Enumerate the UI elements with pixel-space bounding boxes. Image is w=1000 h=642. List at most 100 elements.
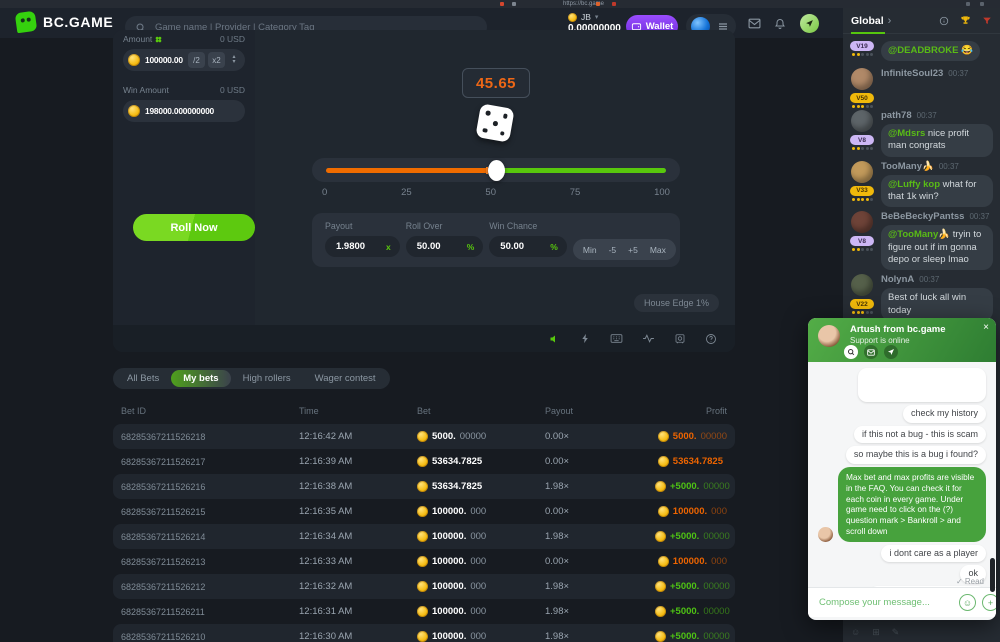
username[interactable]: InfiniteSoul23 — [881, 68, 943, 79]
bell-icon[interactable] — [774, 18, 786, 30]
bet-amount: 53634.7825 — [417, 481, 545, 492]
win-chance-field[interactable]: % — [489, 236, 567, 257]
brand[interactable]: BC.GAME — [16, 12, 113, 32]
table-row[interactable]: 68285367211526215 12:16:35 AM 100000.000… — [113, 499, 735, 524]
table-row[interactable]: 68285367211526212 12:16:32 AM 100000.000… — [113, 574, 735, 599]
avatar[interactable] — [851, 211, 873, 233]
help-icon[interactable] — [705, 333, 717, 345]
avatar[interactable] — [851, 68, 873, 90]
mention[interactable]: @Luffy kop — [888, 179, 940, 190]
extension-icon[interactable] — [612, 2, 616, 6]
avatar[interactable] — [851, 110, 873, 132]
browser-icon[interactable] — [966, 2, 970, 6]
tab-all-bets[interactable]: All Bets — [115, 370, 171, 387]
mention[interactable]: @TooMany🍌 — [888, 229, 950, 240]
coin-icon — [417, 531, 428, 542]
minus-5-button[interactable]: -5 — [603, 245, 623, 255]
info-icon[interactable] — [939, 16, 949, 26]
plus-5-button[interactable]: +5 — [622, 245, 644, 255]
table-row[interactable]: 68285367211526216 12:16:38 AM 53634.7825… — [113, 474, 735, 499]
compose-input[interactable] — [817, 596, 953, 609]
extension-icon[interactable] — [596, 2, 600, 6]
filter-icon[interactable] — [982, 16, 992, 26]
avatar[interactable] — [851, 274, 873, 296]
chat-message: V22 NolynA 00:37 Best of luck all win to… — [850, 274, 993, 321]
extension-icon[interactable] — [500, 2, 504, 6]
search-icon[interactable] — [844, 345, 858, 359]
roll-over-field[interactable]: % — [406, 236, 484, 257]
attachment-image[interactable] — [858, 368, 986, 402]
username[interactable]: BeBeBeckyPantss — [881, 211, 964, 222]
extension-icon[interactable] — [512, 2, 516, 6]
username[interactable]: TooMany🍌 — [881, 161, 934, 172]
win-amount-input[interactable] — [143, 105, 240, 117]
telegram-icon[interactable] — [884, 345, 898, 359]
chevron-right-icon[interactable]: › — [888, 15, 892, 27]
smiley-icon[interactable]: ☺ — [959, 594, 976, 611]
game-stats: Payout x Roll Over % Win Chance — [312, 213, 680, 267]
win-amount-field[interactable] — [123, 100, 245, 122]
pencil-icon[interactable]: ✎ — [892, 627, 900, 638]
chat-channel[interactable]: Global — [851, 15, 884, 27]
user-bubble: so maybe this is a bug i found? — [846, 446, 986, 464]
tab-my-bets[interactable]: My bets — [171, 370, 230, 387]
smiley-icon[interactable]: ☺ — [851, 627, 860, 638]
table-row[interactable]: 68285367211526213 12:16:33 AM 100000.000… — [113, 549, 735, 574]
gif-icon[interactable]: ⊞ — [872, 627, 880, 638]
table-row[interactable]: 68285367211526214 12:16:34 AM 100000.000… — [113, 524, 735, 549]
double-bet-button[interactable]: x2 — [208, 52, 225, 68]
plus-icon[interactable]: + — [982, 594, 996, 611]
half-bet-button[interactable]: /2 — [188, 52, 205, 68]
scrollbar-thumb[interactable] — [990, 558, 995, 592]
mention[interactable]: @Mdsrs — [888, 128, 925, 139]
message-bubble: @TooMany🍌 tryin to figure out if im gonn… — [881, 225, 993, 270]
amount-field[interactable]: /2 x2 ▴▾ — [123, 49, 245, 71]
support-message: Max bet and max profits are visible in t… — [818, 467, 986, 542]
user-bubble: if this not a bug - this is scam — [854, 426, 986, 444]
slider-handle[interactable] — [488, 160, 505, 181]
max-button[interactable]: Max — [644, 245, 672, 255]
table-row[interactable]: 68285367211526217 12:16:39 AM 53634.7825… — [113, 449, 735, 474]
payout-input[interactable] — [334, 240, 382, 253]
bet-profit: 5000.00000 — [655, 431, 727, 442]
keyboard-icon[interactable] — [610, 333, 623, 344]
roll-slider[interactable] — [312, 158, 680, 182]
browser-icon[interactable] — [980, 2, 984, 6]
tab-high-rollers[interactable]: High rollers — [231, 370, 303, 387]
vault-icon[interactable] — [674, 333, 686, 345]
amount-stepper[interactable]: ▴▾ — [228, 55, 240, 65]
table-row[interactable]: 68285367211526211 12:16:31 AM 100000.000… — [113, 599, 735, 624]
mention[interactable]: @DEADBROKE — [888, 45, 959, 56]
bet-id: 68285367211526216 — [121, 482, 299, 492]
coin-icon — [417, 456, 428, 467]
vip-stars — [852, 198, 873, 201]
amount-label: Amount — [123, 34, 152, 44]
chat-send-icon[interactable] — [800, 14, 819, 33]
roll-now-button[interactable]: Roll Now — [133, 214, 255, 241]
trophy-icon[interactable] — [960, 15, 971, 26]
bet-payout: 1.98× — [545, 606, 655, 617]
min-button[interactable]: Min — [577, 245, 603, 255]
bet-payout: 0.00× — [545, 456, 655, 467]
volume-icon[interactable] — [549, 333, 561, 345]
payout-label: Payout — [325, 221, 400, 231]
mail-icon[interactable] — [864, 345, 878, 359]
username[interactable]: path78 — [881, 110, 912, 121]
table-row[interactable]: 68285367211526218 12:16:42 AM 5000.00000… — [113, 424, 735, 449]
bet-payout: 1.98× — [545, 581, 655, 592]
lightning-icon[interactable] — [580, 333, 591, 344]
username[interactable]: NolynA — [881, 274, 914, 285]
amount-input[interactable] — [143, 54, 185, 66]
table-row[interactable]: 68285367211526210 12:16:30 AM 100000.000… — [113, 624, 735, 642]
vip-badge: V33 — [850, 186, 874, 196]
close-icon[interactable]: × — [983, 322, 989, 333]
trends-icon[interactable] — [642, 333, 655, 344]
slider-track[interactable] — [326, 168, 666, 173]
tab-wager-contest[interactable]: Wager contest — [303, 370, 388, 387]
bet-time: 12:16:35 AM — [299, 506, 417, 517]
mail-icon[interactable] — [748, 18, 761, 29]
roll-over-input[interactable] — [415, 240, 463, 253]
win-chance-input[interactable] — [498, 240, 546, 253]
payout-field[interactable]: x — [325, 236, 400, 257]
avatar[interactable] — [851, 161, 873, 183]
